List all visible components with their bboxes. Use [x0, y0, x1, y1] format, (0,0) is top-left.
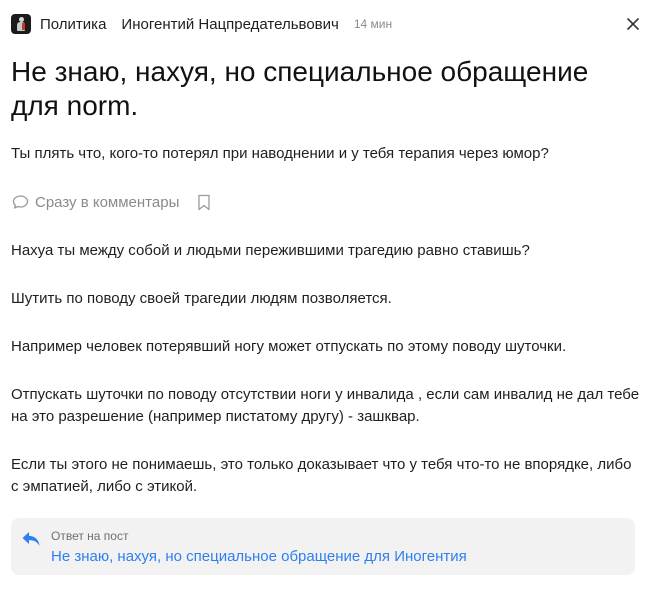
bookmark-button[interactable] [195, 193, 213, 211]
comments-label: Сразу в комментары [35, 193, 180, 211]
community-avatar[interactable] [11, 14, 31, 34]
close-button[interactable] [625, 16, 641, 32]
reply-to-post-card[interactable]: Ответ на пост Не знаю, нахуя, но специал… [11, 518, 635, 575]
reply-caption: Ответ на пост [51, 529, 129, 543]
close-icon [627, 18, 639, 30]
bookmark-icon [198, 194, 211, 210]
post-paragraph: Если ты этого не понимаешь, это только д… [11, 456, 632, 495]
post-paragraph: Шутить по поводу своей трагедии людям по… [11, 290, 392, 307]
post-paragraph: Например человек потерявший ногу может о… [11, 338, 567, 355]
comment-bubble-icon [11, 193, 29, 211]
post-actions: Сразу в комментары [11, 191, 213, 213]
author-name[interactable]: Иногентий Нацпредательвович [121, 16, 338, 33]
post-paragraph: Нахуа ты между собой и людьми пережившим… [11, 242, 530, 259]
community-name[interactable]: Политика [40, 16, 106, 33]
post-time: 14 мин [353, 17, 393, 31]
post-subtitle: Ты плять что, кого-то потерял при наводн… [11, 145, 549, 162]
comments-button[interactable]: Сразу в комментары [11, 193, 179, 211]
post-header: Политика Иногентий Нацпредательвович 14 … [11, 12, 641, 36]
reply-post-link[interactable]: Не знаю, нахуя, но специальное обращение… [51, 548, 467, 565]
post-title[interactable]: Не знаю, нахуя, но специальное обращение… [11, 55, 641, 123]
post-paragraph: Отпускать шуточки по поводу отсутствии н… [11, 386, 640, 425]
reply-arrow-icon [22, 532, 40, 546]
post-body: Нахуа ты между собой и людьми пережившим… [11, 240, 641, 524]
